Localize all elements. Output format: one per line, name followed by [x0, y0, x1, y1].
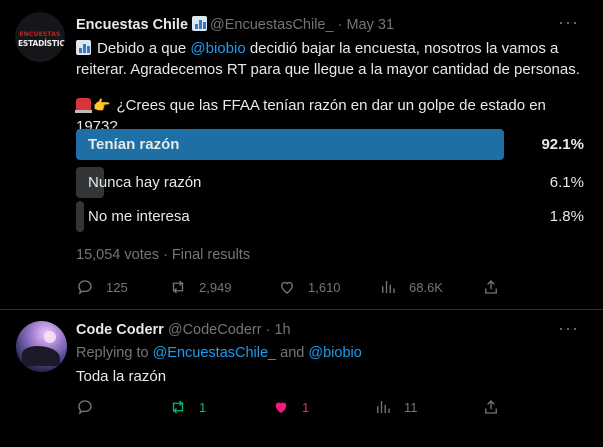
- share-button[interactable]: [482, 278, 500, 296]
- more-options-icon[interactable]: ···: [558, 318, 579, 339]
- separator-dot: ·: [337, 17, 343, 33]
- reply-button[interactable]: [76, 398, 94, 416]
- author-handle[interactable]: @EncuestasChile_: [210, 17, 334, 33]
- tweet-encuestas-chile[interactable]: ENCUESTAS ESTADÍSTICAS Encuestas Chile @E…: [0, 0, 603, 310]
- replying-to: Replying to @EncuestasChile_ and @biobio: [76, 345, 362, 361]
- bar-chart-emoji-icon: [192, 16, 208, 31]
- reply-count: 125: [106, 279, 128, 295]
- avatar-code-coderr[interactable]: [16, 321, 67, 372]
- poll-option-no-me-interesa[interactable]: No me interesa 1.8%: [76, 201, 588, 232]
- avatar-logo-line-2: ESTADÍSTICAS: [18, 39, 65, 48]
- poll-option-bar: [76, 201, 84, 232]
- poll-option-nunca-hay-razon[interactable]: Nunca hay razón 6.1%: [76, 167, 588, 198]
- more-options-icon[interactable]: ···: [558, 12, 579, 33]
- views-count: 11: [404, 399, 418, 415]
- poll-option-tenian-razon[interactable]: Tenían razón 92.1%: [76, 129, 588, 160]
- reply-icon: [78, 280, 92, 295]
- retweet-count: 1: [199, 399, 207, 415]
- like-count: 1: [302, 399, 310, 415]
- poll-option-percent: 92.1%: [541, 136, 584, 153]
- views-count: 68.6K: [409, 279, 443, 295]
- tweet-date[interactable]: May 31: [346, 17, 394, 33]
- replying-to-prefix: Replying to: [76, 345, 153, 361]
- poll-option-label: No me interesa: [88, 208, 190, 225]
- tweet-text: Debido a que @biobio decidió bajar la en…: [76, 38, 588, 80]
- tweet-date[interactable]: 1h: [274, 322, 290, 338]
- retweet-count: 2,949: [199, 279, 232, 295]
- replying-to-and: and: [276, 345, 309, 361]
- like-button[interactable]: 1,610: [278, 278, 341, 296]
- mention-biobio[interactable]: @biobio: [190, 40, 245, 57]
- heart-filled-icon: [275, 402, 287, 413]
- poll-option-label: Nunca hay razón: [88, 174, 202, 191]
- tweet-actions: 125 2,949 1,610 68.6K: [76, 278, 588, 300]
- avatar-logo-line-1: ENCUESTAS: [19, 31, 61, 38]
- heart-icon: [281, 281, 293, 294]
- mention-biobio[interactable]: @biobio: [308, 345, 361, 361]
- author-handle[interactable]: @CodeCoderr: [168, 322, 262, 338]
- share-icon: [485, 280, 497, 294]
- avatar-encuestas-chile[interactable]: ENCUESTAS ESTADÍSTICAS: [15, 12, 65, 62]
- views-chart-icon: [377, 401, 390, 413]
- siren-emoji-icon: [75, 98, 92, 113]
- poll-option-percent: 6.1%: [549, 174, 584, 191]
- views-button[interactable]: 11: [374, 398, 418, 416]
- retweet-icon: [172, 280, 184, 294]
- avatar-light: [44, 331, 56, 343]
- author-name[interactable]: Encuestas Chile: [76, 17, 188, 33]
- pointing-hand-emoji-icon: 👉: [93, 97, 111, 113]
- views-chart-icon: [382, 281, 395, 293]
- mention-encuestaschile[interactable]: @EncuestasChile_: [153, 345, 277, 361]
- poll-option-percent: 1.8%: [549, 208, 584, 225]
- like-button[interactable]: 1: [272, 398, 309, 416]
- retweet-button[interactable]: 2,949: [169, 278, 232, 296]
- poll-option-label: Tenían razón: [88, 136, 180, 153]
- like-count: 1,610: [308, 279, 341, 295]
- avatar-silhouette: [22, 346, 60, 366]
- tweet-header: Encuestas Chile @EncuestasChile_ · May 31: [76, 16, 394, 33]
- bar-chart-emoji-icon: [76, 40, 91, 55]
- reply-actions: 1 1 11: [76, 398, 588, 420]
- views-button[interactable]: 68.6K: [379, 278, 443, 296]
- tweet-text-part-1: Debido a que: [97, 40, 191, 57]
- reply-icon: [78, 400, 92, 415]
- share-button[interactable]: [482, 398, 500, 416]
- author-name[interactable]: Code Coderr: [76, 322, 164, 338]
- retweet-button[interactable]: 1: [169, 398, 206, 416]
- poll-summary: 15,054 votes · Final results: [76, 247, 251, 263]
- retweet-icon: [172, 400, 184, 414]
- reply-button[interactable]: 125: [76, 278, 128, 296]
- separator-dot: ·: [265, 322, 271, 338]
- reply-header: Code Coderr @CodeCoderr · 1h: [76, 322, 291, 338]
- reply-text: Toda la razón: [76, 368, 167, 385]
- share-icon: [485, 400, 497, 414]
